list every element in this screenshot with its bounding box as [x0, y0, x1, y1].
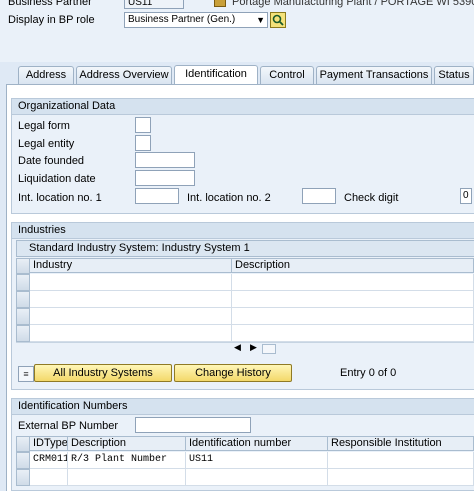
change-history-button[interactable]: Change History — [174, 364, 292, 382]
tab-address-overview[interactable]: Address Overview — [76, 66, 172, 84]
check-digit-field[interactable]: 0 — [460, 188, 472, 204]
bp-description: Portage Manufacturing Plant / PORTAGE WI… — [232, 0, 474, 8]
bp-role-value: Business Partner (Gen.) — [128, 14, 236, 25]
row-selector[interactable] — [16, 469, 30, 486]
tab-payment-transactions[interactable]: Payment Transactions — [316, 66, 432, 84]
organization-icon — [214, 0, 226, 7]
tab-control[interactable]: Control — [260, 66, 314, 84]
table-cell[interactable] — [232, 325, 474, 342]
column-identification-number[interactable]: Identification number — [186, 436, 328, 451]
row-selector[interactable] — [16, 325, 30, 342]
bp-label: Business Partner — [8, 0, 92, 8]
legal-form-label: Legal form — [18, 120, 70, 132]
tab-status[interactable]: Status — [434, 66, 474, 84]
tab-identification[interactable]: Identification — [174, 65, 258, 85]
column-industry[interactable]: Industry — [30, 258, 232, 273]
table-cell[interactable] — [30, 274, 232, 291]
scroll-left-icon[interactable]: ◀ — [234, 342, 241, 353]
role-label: Display in BP role — [8, 14, 95, 26]
date-founded-field[interactable] — [135, 152, 195, 168]
tab-bar: Address Address Overview Identification … — [0, 65, 474, 85]
table-cell[interactable] — [328, 469, 474, 486]
switch-role-button[interactable] — [270, 12, 286, 28]
table-cell[interactable] — [68, 469, 186, 486]
table-cell[interactable] — [30, 291, 232, 308]
idtype-cell[interactable]: CRM011 — [30, 452, 68, 469]
tab-address[interactable]: Address — [18, 66, 74, 84]
row-selector[interactable] — [16, 274, 30, 291]
row-selector[interactable] — [16, 291, 30, 308]
table-cell[interactable] — [30, 469, 68, 486]
int-location-1-label: Int. location no. 1 — [18, 192, 102, 204]
identification-numbers-title: Identification Numbers — [12, 399, 474, 415]
liquidation-date-field[interactable] — [135, 170, 195, 186]
int-location-1-field[interactable] — [135, 188, 179, 204]
org-data-title: Organizational Data — [12, 99, 474, 115]
date-founded-label: Date founded — [18, 155, 85, 167]
table-cell[interactable] — [232, 274, 474, 291]
column-responsible-institution[interactable]: Responsible Institution — [328, 436, 474, 451]
industries-title: Industries — [12, 223, 474, 239]
entry-counter: Entry 0 of 0 — [340, 367, 397, 379]
row-selector[interactable] — [16, 452, 30, 469]
search-icon — [272, 14, 284, 26]
header-area — [0, 0, 474, 62]
legal-form-field[interactable] — [135, 117, 151, 133]
external-bp-label: External BP Number — [18, 420, 119, 432]
horizontal-scrollbar[interactable]: ◀ ▶ — [16, 342, 474, 355]
table-cell[interactable] — [30, 325, 232, 342]
legal-entity-label: Legal entity — [18, 138, 75, 150]
details-icon[interactable]: ≡ — [18, 366, 34, 382]
all-industry-systems-button[interactable]: All Industry Systems — [34, 364, 172, 382]
column-description[interactable]: Description — [68, 436, 186, 451]
table-cell[interactable] — [232, 291, 474, 308]
responsible-institution-cell[interactable] — [328, 452, 474, 469]
column-idtype[interactable]: IDType — [30, 436, 68, 451]
identification-number-cell[interactable]: US11 — [186, 452, 328, 469]
column-description[interactable]: Description — [232, 258, 474, 273]
bp-role-select[interactable]: Business Partner (Gen.) ▼ — [124, 12, 268, 28]
row-selector[interactable] — [16, 308, 30, 325]
table-cell[interactable] — [30, 308, 232, 325]
table-cell[interactable] — [232, 308, 474, 325]
description-cell[interactable]: R/3 Plant Number — [68, 452, 186, 469]
int-location-2-field[interactable] — [302, 188, 336, 204]
external-bp-field[interactable] — [135, 417, 251, 433]
bp-number-field[interactable]: US11 — [124, 0, 184, 9]
table-cell[interactable] — [186, 469, 328, 486]
liquidation-date-label: Liquidation date — [18, 173, 96, 185]
select-all-rows-button[interactable] — [16, 258, 30, 274]
check-digit-label: Check digit — [344, 192, 399, 204]
industry-table-title: Standard Industry System: Industry Syste… — [16, 240, 474, 257]
chevron-down-icon: ▼ — [256, 15, 265, 25]
scroll-right-icon[interactable]: ▶ — [250, 342, 257, 353]
select-all-rows-button[interactable] — [16, 436, 30, 452]
int-location-2-label: Int. location no. 2 — [187, 192, 271, 204]
legal-entity-field[interactable] — [135, 135, 151, 151]
table-settings-icon[interactable] — [262, 344, 276, 354]
